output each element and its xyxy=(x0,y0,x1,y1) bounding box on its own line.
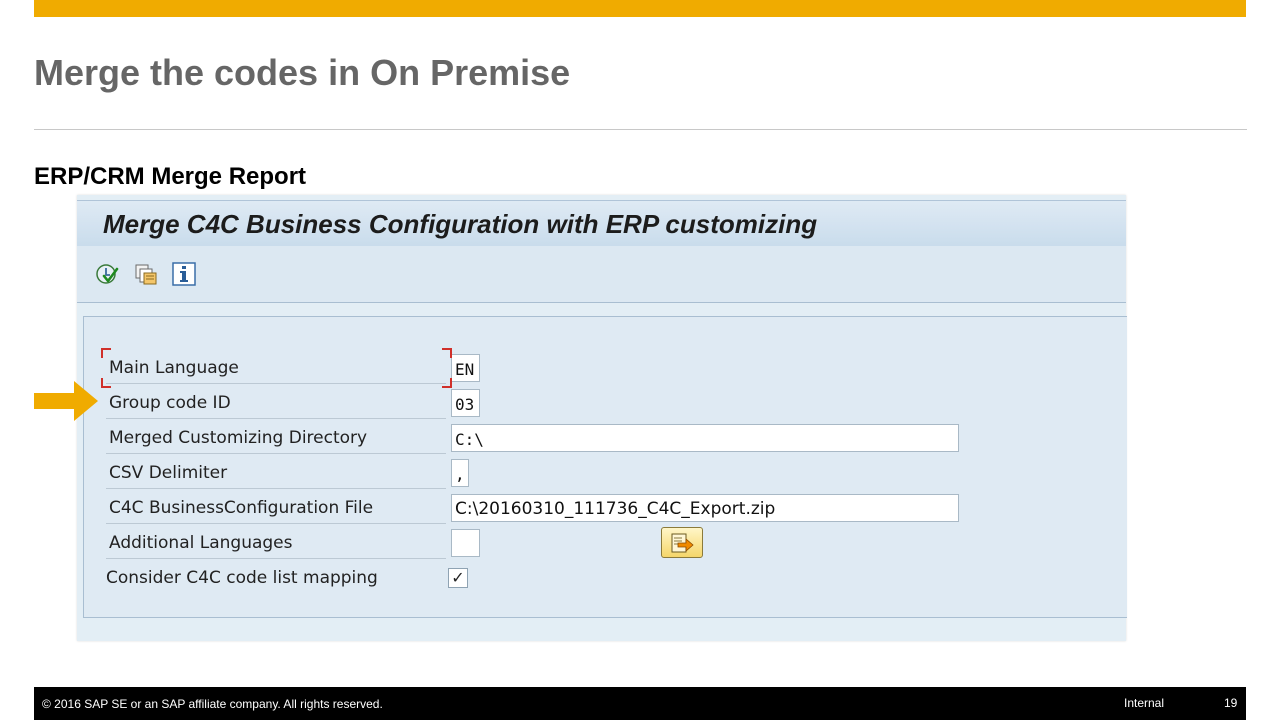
group-code-id-input[interactable]: 03 xyxy=(451,389,480,417)
row-separator xyxy=(106,558,446,559)
slide-subtitle: ERP/CRM Merge Report xyxy=(34,163,307,190)
csv-delimiter-label: CSV Delimiter xyxy=(109,463,228,483)
merged-customizing-directory-input[interactable]: C:\ xyxy=(451,424,959,452)
copy-variant-icon[interactable] xyxy=(134,262,158,286)
sap-window-title: Merge C4C Business Configuration with ER… xyxy=(103,209,818,239)
row-separator xyxy=(106,453,446,454)
merged-customizing-directory-label: Merged Customizing Directory xyxy=(109,428,368,448)
classification-label: Internal xyxy=(1124,696,1165,710)
main-language-label: Main Language xyxy=(109,358,239,378)
slide-title: Merge the codes in On Premise xyxy=(34,52,571,93)
execute-check-icon[interactable] xyxy=(95,262,119,286)
c4c-business-configuration-file-label: C4C BusinessConfiguration File xyxy=(109,498,374,518)
slide-footer: © 2016 SAP SE or an SAP affiliate compan… xyxy=(34,687,1246,720)
group-code-id-label: Group code ID xyxy=(109,393,231,413)
copyright-text: © 2016 SAP SE or an SAP affiliate compan… xyxy=(42,697,383,711)
sap-application-toolbar xyxy=(77,246,1126,303)
page-number: 19 xyxy=(1224,696,1238,710)
sap-title-bar: Merge C4C Business Configuration with ER… xyxy=(77,200,1126,246)
focus-marker-bottom-left xyxy=(101,378,111,388)
consider-code-list-mapping-label: Consider C4C code list mapping xyxy=(106,568,378,588)
row-separator xyxy=(106,418,446,419)
row-separator xyxy=(106,523,446,524)
multiple-selection-button[interactable] xyxy=(661,527,703,558)
consider-code-list-mapping-checkbox[interactable]: ✓ xyxy=(448,568,468,588)
additional-languages-input[interactable] xyxy=(451,529,480,557)
file-arrow-icon xyxy=(671,533,694,553)
focus-marker-bottom-right xyxy=(442,378,452,388)
title-divider xyxy=(34,129,1247,130)
c4c-business-configuration-file-input[interactable]: C:\20160310_111736_C4C_Export.zip xyxy=(451,494,959,522)
additional-languages-label: Additional Languages xyxy=(109,533,293,553)
focus-marker-top-left xyxy=(101,348,111,358)
info-icon[interactable] xyxy=(172,262,196,286)
focus-marker-top-right xyxy=(442,348,452,358)
accent-top-bar xyxy=(34,0,1246,17)
row-separator xyxy=(106,383,446,384)
row-separator xyxy=(106,488,446,489)
highlight-arrow-icon xyxy=(34,381,98,421)
main-language-input[interactable]: EN xyxy=(451,354,480,382)
csv-delimiter-input[interactable]: , xyxy=(451,459,469,487)
